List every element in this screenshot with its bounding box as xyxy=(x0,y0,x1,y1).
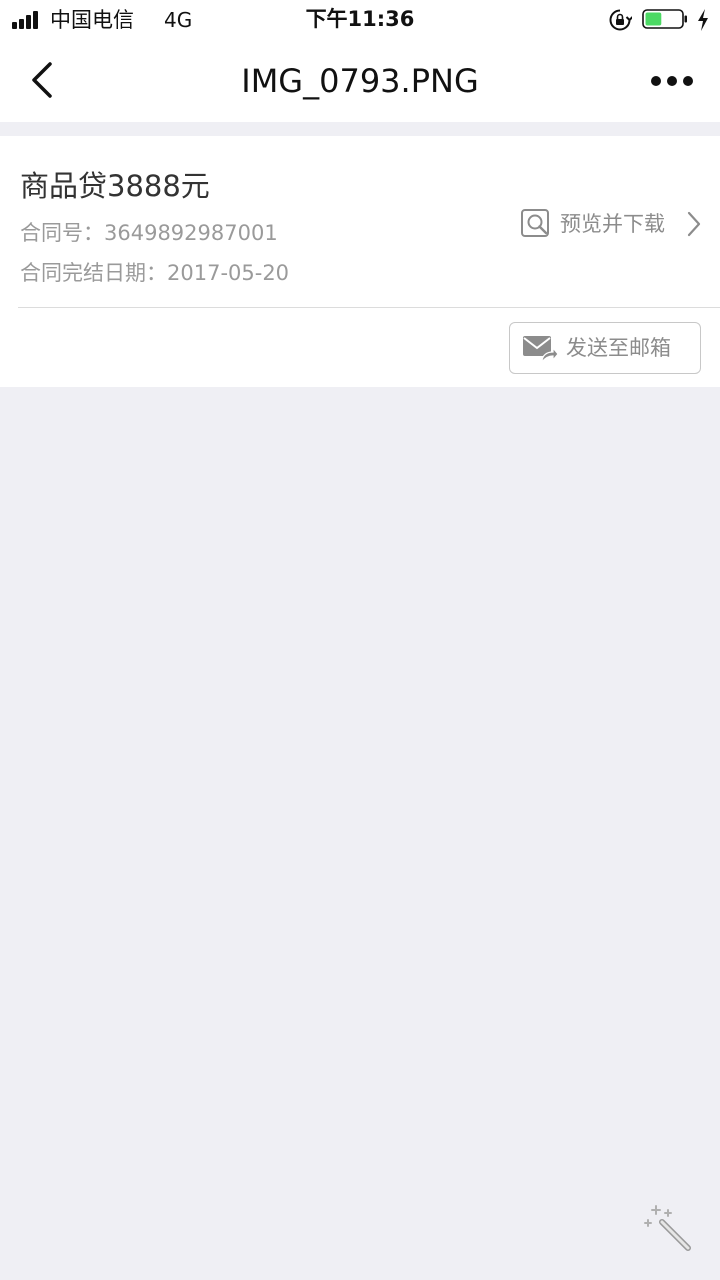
divider xyxy=(18,307,720,308)
preview-search-icon xyxy=(521,209,549,237)
preview-download-label: 预览并下载 xyxy=(560,212,665,236)
more-dots-icon[interactable] xyxy=(646,64,698,98)
contract-end-date: 合同完结日期：2017-05-20 xyxy=(20,261,290,285)
contract-card: 商品贷3888元 合同号：3649892987001 合同完结日期：2017-0… xyxy=(0,136,720,387)
mail-forward-icon xyxy=(523,336,558,364)
preview-download-link[interactable]: 预览并下载 xyxy=(520,206,710,242)
charging-bolt-icon xyxy=(698,9,708,31)
orientation-lock-icon xyxy=(609,9,632,31)
contract-number: 合同号：3649892987001 xyxy=(20,221,278,245)
navigation-bar: IMG_0793.PNG xyxy=(0,40,720,122)
send-to-email-label: 发送至邮箱 xyxy=(566,336,671,360)
page-title: IMG_0793.PNG xyxy=(241,62,479,100)
status-bar: 中国电信 4G 下午11:36 xyxy=(0,0,720,40)
send-to-email-button[interactable]: 发送至邮箱 xyxy=(509,322,701,374)
loan-title: 商品贷3888元 xyxy=(20,169,210,203)
magic-wand-icon[interactable] xyxy=(644,1204,694,1254)
battery-icon xyxy=(642,9,687,29)
chevron-right-icon xyxy=(687,211,701,237)
